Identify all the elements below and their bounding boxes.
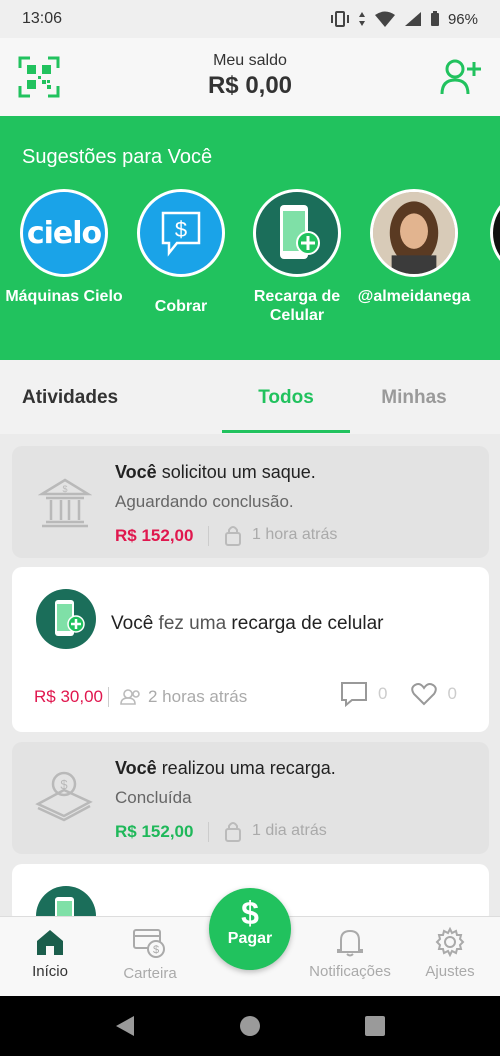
avatar: [490, 189, 500, 277]
comment-icon[interactable]: [340, 681, 368, 707]
active-tab-indicator: [222, 430, 350, 433]
suggestion-label: Cobrar: [154, 298, 208, 315]
svg-text:$: $: [60, 777, 68, 792]
suggestions-panel: Sugestões para Você cielo Máquinas Cielo…: [0, 116, 500, 360]
activity-time: 2 horas atrás: [148, 687, 248, 706]
home-icon: [37, 930, 63, 955]
activity-amount: R$ 152,00: [115, 526, 194, 545]
money-hand-icon: $: [35, 771, 93, 822]
lock-icon: [225, 526, 241, 546]
back-icon[interactable]: [114, 1014, 136, 1038]
activity-text: solicitou um saque.: [156, 462, 316, 482]
pay-button[interactable]: $ Pagar: [209, 888, 291, 970]
wifi-icon: [374, 11, 395, 27]
heart-icon[interactable]: [411, 682, 438, 706]
activity-tabs: Atividades Todos Minhas: [0, 360, 500, 434]
signal-icon: [404, 12, 421, 26]
activity-status: Aguardando conclusão.: [115, 492, 294, 511]
bell-icon: [337, 929, 363, 957]
data-arrows-icon: [358, 12, 365, 26]
tab-minhas[interactable]: Minhas: [350, 387, 478, 409]
nav-notificacoes[interactable]: Notificações: [300, 927, 400, 980]
activity-amount: R$ 30,00: [34, 687, 103, 706]
lock-icon: [225, 822, 241, 842]
suggestion-recarga[interactable]: Recarga de Celular: [237, 189, 357, 325]
tab-todos[interactable]: Todos: [222, 387, 350, 409]
activity-actor: Você: [115, 758, 157, 778]
suggestion-cielo[interactable]: cielo Máquinas Cielo: [4, 189, 124, 306]
phone-recharge-icon: [253, 189, 341, 277]
add-user-icon[interactable]: [440, 58, 482, 96]
app-header: Meu saldo R$ 0,00: [0, 38, 500, 116]
nav-ajustes[interactable]: Ajustes: [400, 927, 500, 980]
nav-inicio[interactable]: Início: [0, 927, 100, 980]
battery-level: 96%: [447, 10, 478, 28]
vibrate-icon: [330, 11, 349, 27]
status-time: 13:06: [22, 10, 63, 27]
gear-icon: [435, 927, 465, 957]
suggestion-cobrar[interactable]: $ Cobrar: [121, 189, 241, 316]
activity-status: Concluída: [115, 788, 192, 807]
battery-icon: [430, 11, 439, 26]
activity-card-phone-recharge[interactable]: Você fez uma recarga de celular R$ 30,00…: [12, 567, 489, 732]
activity-amount: R$ 152,00: [115, 822, 194, 841]
activity-card-withdrawal[interactable]: $ Você solicitou um saque. Aguardando co…: [12, 446, 489, 558]
balance-value: R$ 0,00: [207, 72, 293, 99]
activity-text: realizou uma recarga.: [156, 758, 336, 778]
avatar: [370, 189, 458, 277]
activity-time: 1 dia atrás: [252, 822, 327, 839]
activities-heading: Atividades: [22, 387, 119, 408]
suggestion-partial[interactable]: [474, 189, 500, 277]
balance-title: Meu saldo: [213, 52, 287, 69]
activity-card-recharge[interactable]: $ Você realizou uma recarga. Concluída R…: [12, 742, 489, 854]
svg-text:$: $: [175, 217, 187, 242]
bank-icon: $: [38, 478, 92, 528]
activity-text: Você fez uma recarga de celular: [111, 613, 384, 634]
cielo-logo: cielo: [20, 189, 108, 277]
activity-actor: Você: [115, 462, 157, 482]
pay-label: Pagar: [227, 930, 273, 947]
wallet-icon: $: [133, 929, 165, 958]
svg-text:$: $: [62, 484, 67, 494]
suggestion-label: Recarga de Celular: [253, 288, 341, 324]
like-count: 0: [447, 684, 457, 703]
recents-icon[interactable]: [365, 1016, 385, 1036]
people-icon: [120, 689, 140, 705]
nav-carteira[interactable]: $ Carteira: [100, 927, 200, 982]
system-navigation-bar: [0, 996, 500, 1056]
suggestion-contact[interactable]: @almeidanega: [354, 189, 474, 306]
phone-recharge-icon: [36, 589, 96, 649]
home-circle-icon[interactable]: [239, 1015, 261, 1037]
svg-text:$: $: [153, 944, 159, 956]
charge-icon: $: [137, 189, 225, 277]
status-bar: 13:06 96%: [0, 0, 500, 38]
suggestion-label: @almeidanega: [357, 288, 471, 305]
pay-icon: $: [241, 895, 259, 931]
suggestions-title: Sugestões para Você: [22, 146, 213, 168]
comment-count: 0: [378, 684, 388, 703]
activity-time: 1 hora atrás: [252, 526, 338, 543]
suggestion-label: Máquinas Cielo: [5, 288, 123, 305]
